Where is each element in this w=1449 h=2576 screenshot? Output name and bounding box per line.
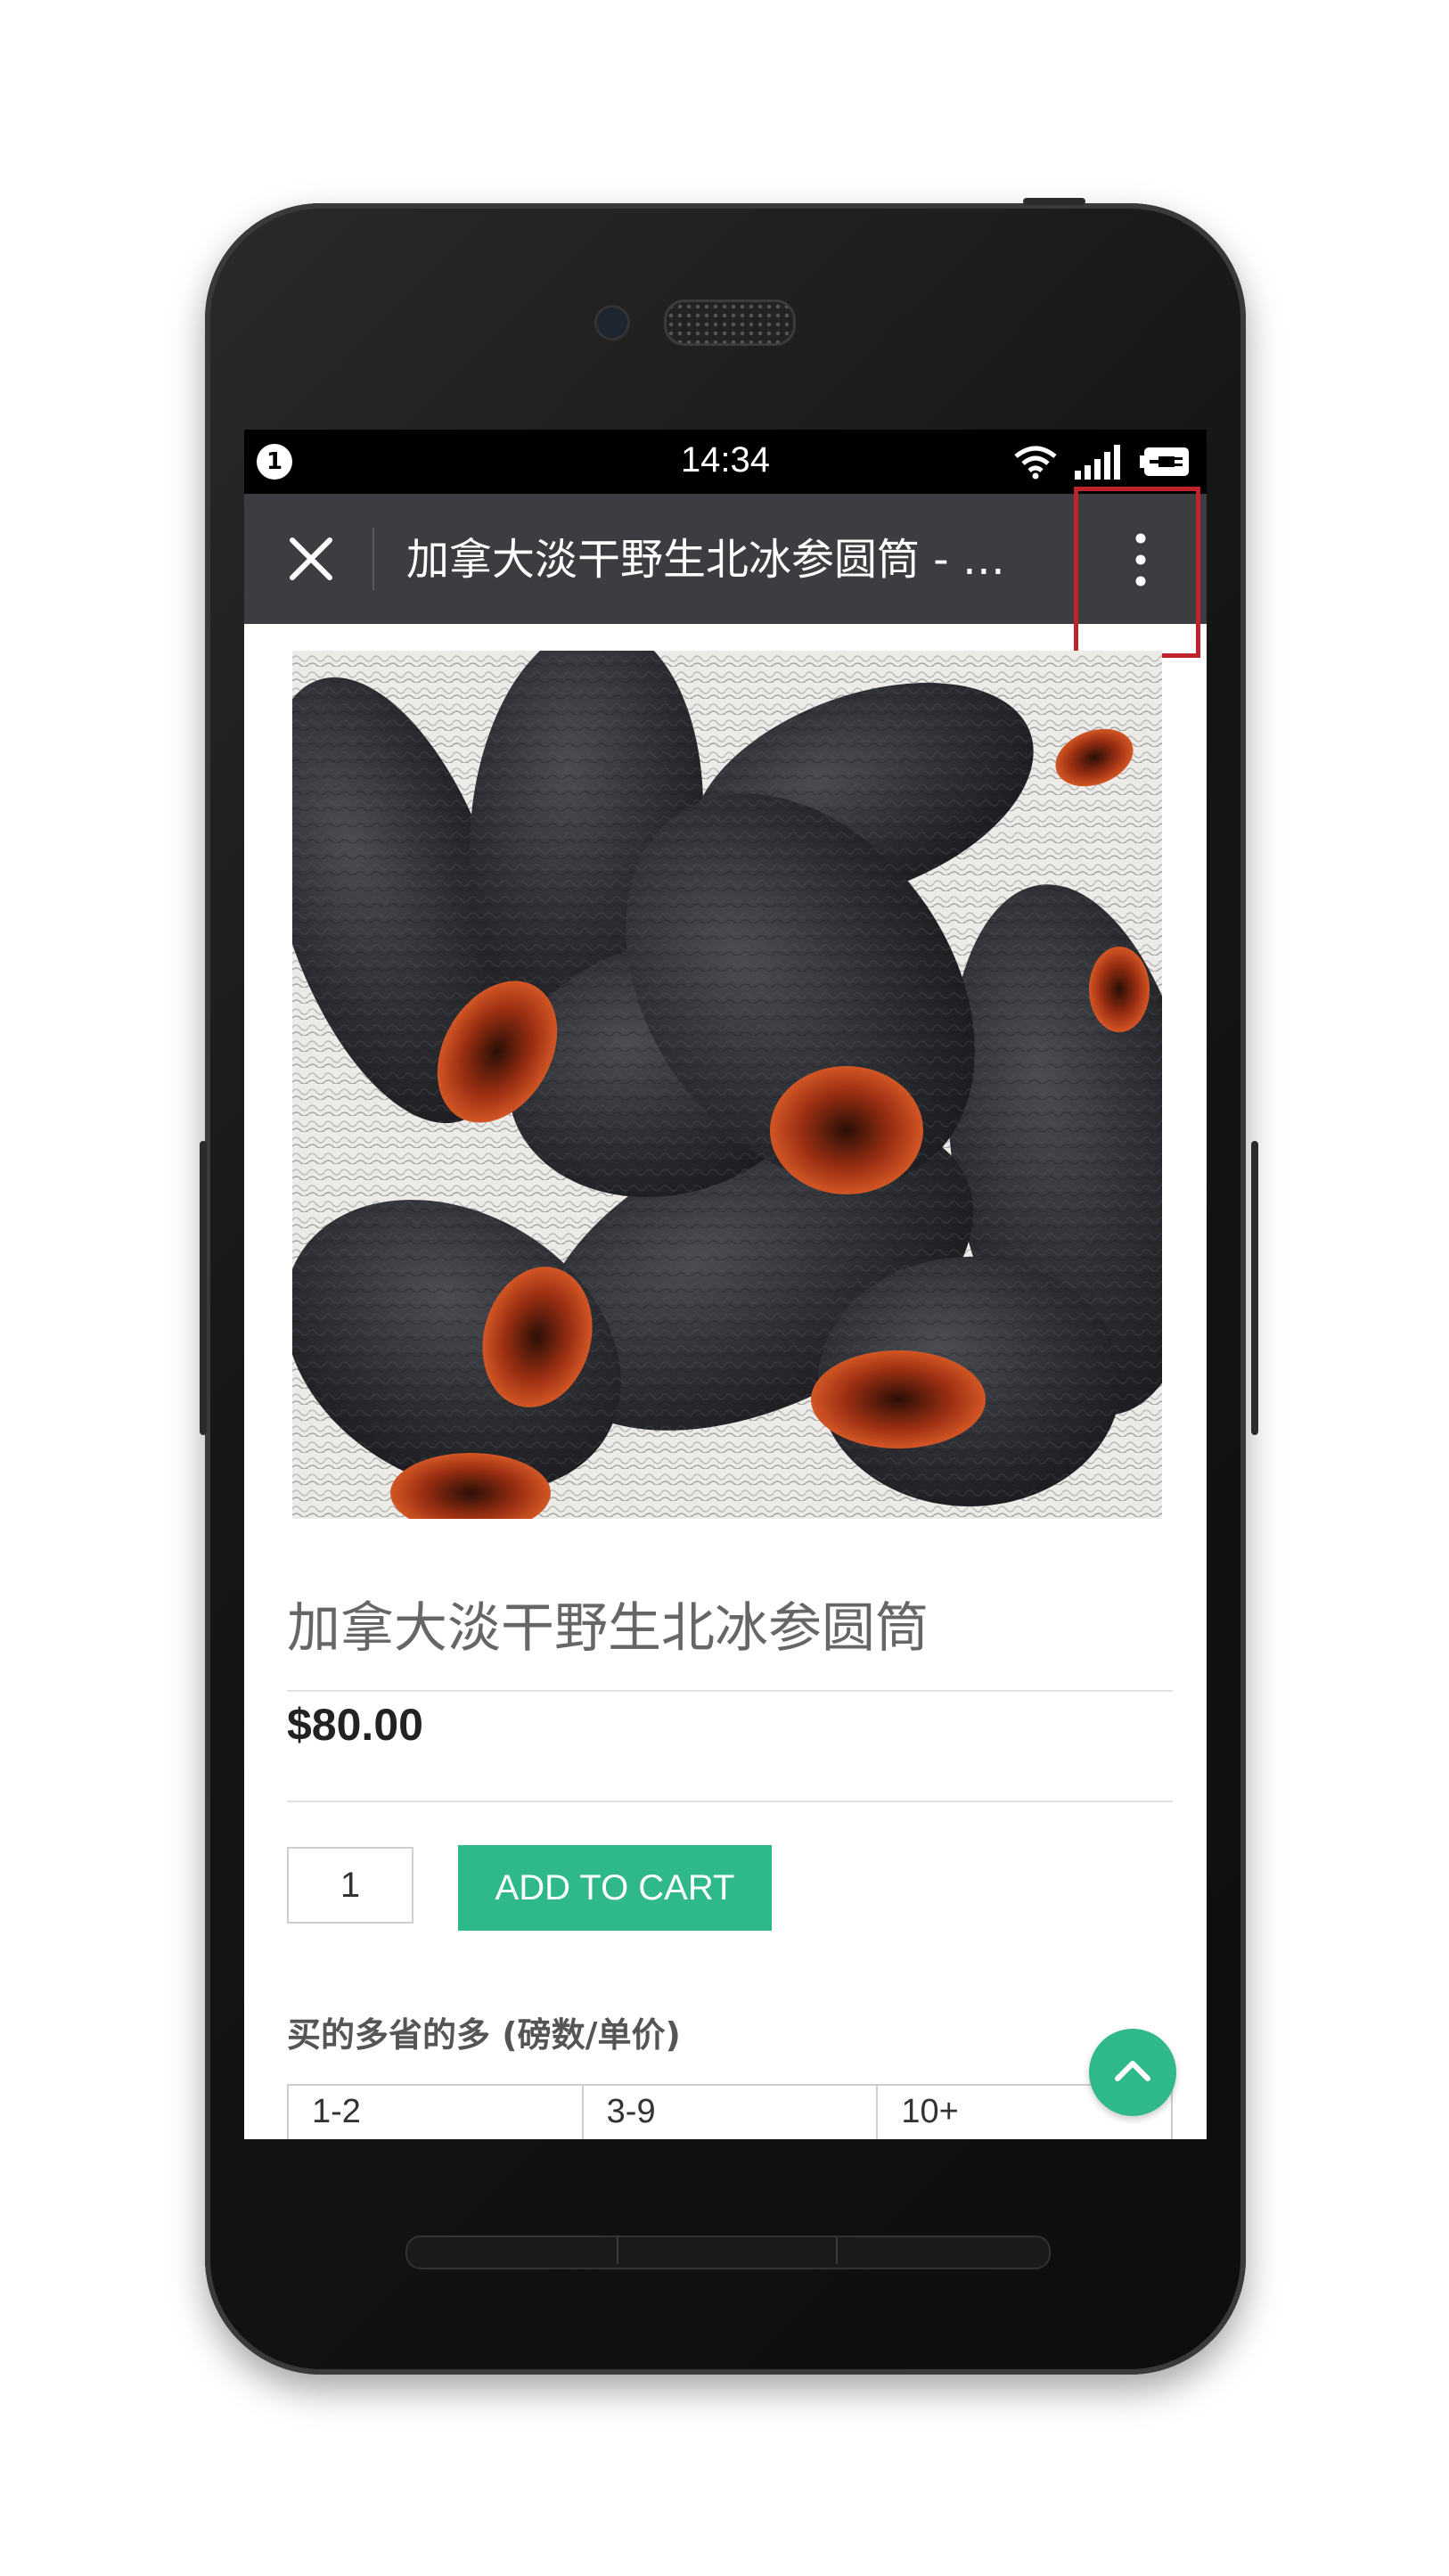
home-bar-divider [617, 2237, 618, 2264]
product-title: 加拿大淡干野生北冰参圆筒 [287, 1597, 929, 1660]
home-bar-divider [836, 2237, 838, 2264]
close-icon[interactable] [283, 531, 339, 587]
top-button [1023, 198, 1085, 205]
front-camera [594, 305, 630, 340]
signal-icon [1075, 445, 1120, 480]
status-bar: 1 14:34 [244, 430, 1207, 494]
product-image [292, 651, 1162, 1519]
divider [287, 1801, 1173, 1802]
bulk-pricing-table: 1-2 3-9 10+ [287, 2084, 1174, 2139]
quantity-input[interactable]: 1 [287, 1847, 413, 1924]
earpiece-speaker [664, 299, 796, 346]
page-title: 加拿大淡干野生北冰参圆筒 - … [406, 535, 1005, 585]
back-to-top-button[interactable] [1089, 2029, 1176, 2116]
add-to-cart-button[interactable]: ADD TO CART [458, 1845, 772, 1931]
screen: 1 14:34 加拿大淡干野生北冰参圆筒 - … 加拿大淡干野生北冰参圆筒 $8… [244, 430, 1207, 2139]
table-header-cell: 1-2 [287, 2086, 582, 2139]
product-price: $80.00 [287, 1700, 423, 1750]
battery-charging-icon [1140, 447, 1189, 476]
status-icons [1012, 442, 1192, 481]
sea-cucumber-illustration [292, 651, 1162, 1519]
power-button [1251, 1141, 1258, 1435]
home-bar [405, 2236, 1051, 2269]
wifi-icon [1014, 446, 1057, 480]
chevron-up-icon [1115, 2061, 1150, 2081]
bulk-pricing-title: 买的多省的多 (磅数/单价) [287, 2015, 681, 2055]
menu-highlight-box [1074, 487, 1200, 658]
divider [287, 1690, 1173, 1692]
volume-button [200, 1141, 207, 1435]
toolbar-divider [372, 528, 374, 590]
table-header-cell: 3-9 [581, 2086, 877, 2139]
browser-toolbar: 加拿大淡干野生北冰参圆筒 - … [244, 494, 1207, 624]
